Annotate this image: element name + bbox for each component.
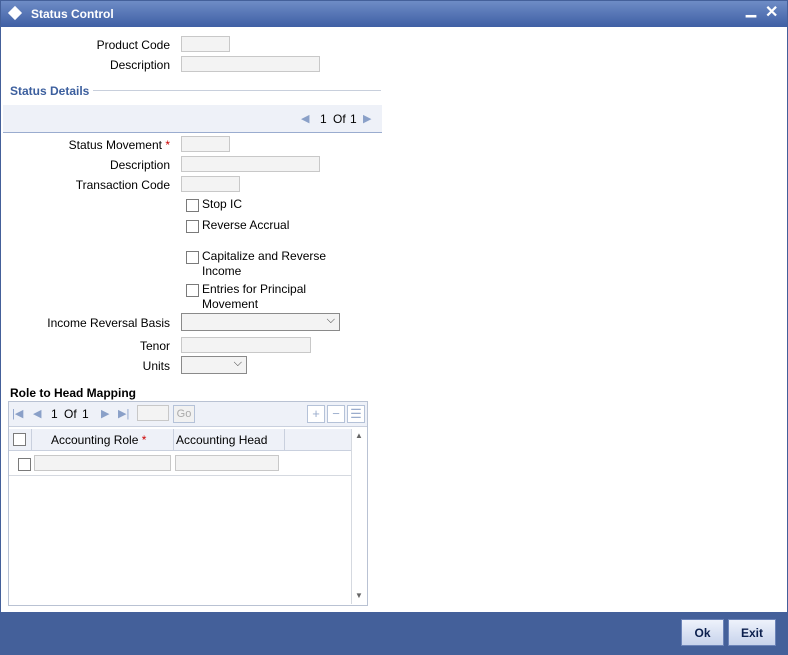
- close-icon[interactable]: ✕: [765, 2, 778, 22]
- grid-toolbar: |◀ ◀ 1 Of 1 ▶ ▶| Go + − ☰: [9, 402, 367, 427]
- product-code-input[interactable]: [181, 36, 230, 52]
- entries-label-line2: Movement: [202, 297, 259, 311]
- accounting-role-header-text: Accounting Role: [51, 433, 139, 447]
- pager-of: Of: [333, 112, 346, 126]
- required-mark: *: [141, 433, 147, 447]
- accounting-role-input[interactable]: [34, 455, 171, 471]
- chevron-down-icon: ⌵: [326, 314, 335, 326]
- status-description-input[interactable]: [181, 156, 320, 172]
- income-reversal-basis-select[interactable]: ⌵: [181, 313, 340, 331]
- delete-row-button[interactable]: −: [327, 405, 345, 423]
- status-movement-label: Status Movement *: [69, 138, 170, 152]
- scroll-up-icon[interactable]: ▲: [355, 431, 363, 440]
- add-row-button[interactable]: +: [307, 405, 325, 423]
- status-details-title: Status Details: [10, 84, 90, 98]
- status-description-label: Description: [109, 158, 170, 172]
- title-bar: Status Control ▁ ✕: [1, 1, 787, 27]
- entries-label-line1: Entries for Principal: [202, 282, 307, 296]
- transaction-code-label: Transaction Code: [75, 178, 170, 192]
- accounting-role-header: Accounting Role *: [51, 433, 146, 447]
- scroll-down-icon[interactable]: ▼: [355, 591, 363, 600]
- minimize-icon[interactable]: ▁: [746, 2, 756, 18]
- transaction-code-input[interactable]: [181, 176, 240, 192]
- last-page-icon[interactable]: ▶|: [118, 407, 129, 420]
- capitalize-label-line2: Income: [202, 264, 242, 278]
- next-page-icon[interactable]: ▶: [101, 407, 109, 420]
- window-title: Status Control: [31, 7, 114, 21]
- status-control-window: Status Control ▁ ✕ Product Code Descript…: [0, 0, 788, 655]
- column-divider: [284, 429, 285, 450]
- grid-pager-current: 1: [51, 407, 58, 421]
- prev-record-icon[interactable]: ◀: [301, 112, 309, 125]
- status-movement-input[interactable]: [181, 136, 230, 152]
- list-icon: ☰: [350, 406, 362, 421]
- row-select-checkbox[interactable]: [18, 458, 31, 471]
- prev-page-icon[interactable]: ◀: [33, 407, 41, 420]
- tenor-input[interactable]: [181, 337, 311, 353]
- grid-header-row: Accounting Role * Accounting Head: [9, 429, 351, 451]
- status-details-pager: ◀ 1 Of 1 ▶: [3, 105, 382, 133]
- grid-scrollbar[interactable]: ▲ ▼: [351, 429, 367, 604]
- grid-pager-total: 1: [82, 407, 89, 421]
- chevron-down-icon: ⌵: [233, 357, 242, 369]
- column-divider: [173, 429, 174, 450]
- stop-ic-checkbox[interactable]: [186, 199, 199, 212]
- units-label: Units: [142, 359, 170, 373]
- units-select[interactable]: ⌵: [181, 356, 247, 374]
- required-mark: *: [165, 138, 170, 152]
- capitalize-reverse-income-checkbox[interactable]: [186, 251, 199, 264]
- single-view-button[interactable]: ☰: [347, 405, 365, 423]
- accounting-head-header: Accounting Head: [176, 433, 268, 447]
- product-code-label: Product Code: [96, 38, 170, 52]
- ok-button[interactable]: Ok: [681, 619, 724, 646]
- section-divider: [93, 90, 381, 91]
- status-movement-text: Status Movement: [68, 138, 162, 152]
- tenor-label: Tenor: [139, 339, 170, 353]
- go-button[interactable]: Go: [173, 405, 195, 423]
- column-divider: [31, 429, 32, 450]
- description-input[interactable]: [181, 56, 320, 72]
- role-head-mapping-title: Role to Head Mapping: [10, 386, 136, 400]
- grid-pager-of: Of: [64, 407, 77, 421]
- description-label: Description: [109, 58, 170, 72]
- next-record-icon[interactable]: ▶: [363, 112, 371, 125]
- entries-principal-movement-checkbox[interactable]: [186, 284, 199, 297]
- table-row: [9, 451, 351, 476]
- pager-current: 1: [320, 112, 327, 126]
- reverse-accrual-checkbox[interactable]: [186, 220, 199, 233]
- footer-bar: Ok Exit: [1, 612, 787, 654]
- page-number-input[interactable]: [137, 405, 169, 421]
- first-page-icon[interactable]: |◀: [12, 407, 23, 420]
- income-reversal-basis-label: Income Reversal Basis: [47, 316, 170, 330]
- pager-total: 1: [350, 112, 357, 126]
- select-all-checkbox[interactable]: [13, 433, 26, 446]
- capitalize-label-line1: Capitalize and Reverse: [202, 249, 327, 263]
- app-logo-icon: [7, 5, 23, 21]
- exit-button[interactable]: Exit: [728, 619, 776, 646]
- role-head-mapping-grid: |◀ ◀ 1 Of 1 ▶ ▶| Go + − ☰ Accounting Rol…: [8, 401, 368, 606]
- reverse-accrual-label: Reverse Accrual: [202, 218, 290, 232]
- accounting-head-input[interactable]: [175, 455, 279, 471]
- stop-ic-label: Stop IC: [202, 197, 243, 211]
